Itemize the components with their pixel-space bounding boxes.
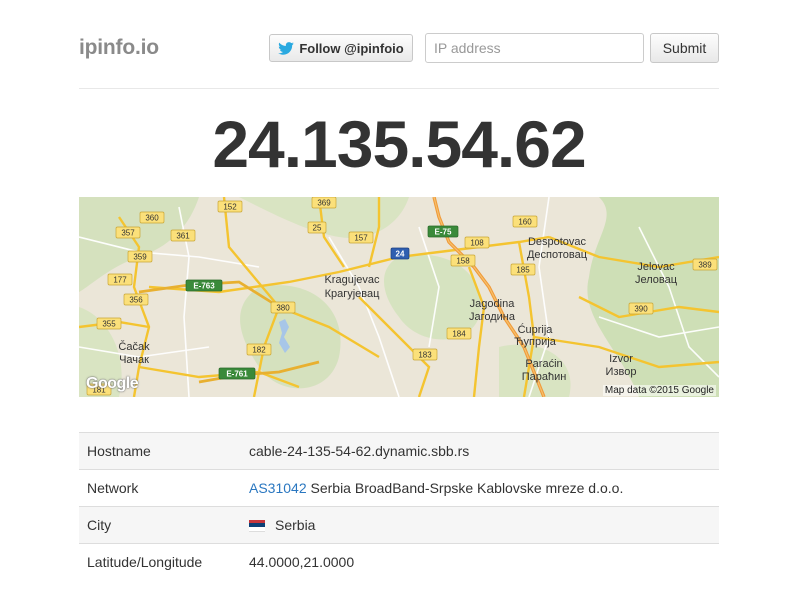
map-city-jelovac: Jelovac (637, 261, 675, 273)
svg-text:108: 108 (470, 239, 484, 248)
twitter-bird-icon (278, 41, 295, 55)
svg-text:158: 158 (456, 257, 470, 266)
road-shield: 157 (348, 231, 374, 244)
road-shield: 390 (628, 302, 654, 315)
road-shield: 158 (450, 254, 476, 267)
map-city-cacak: Čačak (118, 340, 150, 353)
road-shield: 389 (692, 258, 718, 271)
table-row: Network AS31042 Serbia BroadBand-Srpske … (79, 469, 719, 507)
hostname-value: cable-24-135-54-62.dynamic.sbb.rs (241, 432, 719, 470)
road-shield: 152 (217, 200, 243, 213)
svg-text:355: 355 (102, 320, 116, 329)
svg-text:361: 361 (176, 232, 190, 241)
road-shield: E-763 (185, 279, 223, 292)
map-city-paracin: Paraćin (525, 358, 562, 370)
ip-address-title: 24.135.54.62 (212, 107, 586, 181)
road-shield: 24 (390, 247, 410, 260)
map-city-izvor: Izvor (609, 353, 633, 365)
country-name: Serbia (275, 517, 316, 533)
road-shield: 380 (270, 301, 296, 314)
svg-text:185: 185 (516, 266, 530, 275)
follow-label: Follow @ipinfoio (299, 40, 404, 56)
road-shield: 184 (446, 327, 472, 340)
svg-text:182: 182 (252, 346, 266, 355)
map-canvas: Kragujevac Крагујевац Jagodina Јагодина … (79, 197, 719, 397)
road-shield: 182 (246, 343, 272, 356)
svg-text:359: 359 (133, 253, 147, 262)
road-shield: 361 (170, 229, 196, 242)
map-city-cuprija: Ćuprija (518, 323, 554, 336)
road-shield: 183 (412, 348, 438, 361)
svg-text:183: 183 (418, 351, 432, 360)
map-city-kragujevac-cyrillic: Крагујевац (325, 288, 381, 300)
svg-text:E-75: E-75 (435, 228, 452, 237)
road-shield: 25 (307, 221, 327, 234)
svg-text:E-761: E-761 (226, 370, 248, 379)
road-shield: 185 (510, 263, 536, 276)
table-row: City Serbia (79, 506, 719, 544)
road-shield: 357 (115, 226, 141, 239)
serbia-flag-icon (249, 519, 265, 532)
map-city-izvor-cyrillic: Извор (606, 366, 637, 378)
map-city-jelovac-cyrillic: Јеловац (635, 274, 678, 286)
road-shield: 369 (311, 197, 337, 209)
header: ipinfo.io Follow @ipinfoio Submit (79, 32, 719, 64)
svg-text:184: 184 (452, 330, 466, 339)
table-row: Hostname cable-24-135-54-62.dynamic.sbb.… (79, 432, 719, 470)
road-shield: 356 (123, 293, 149, 306)
svg-text:369: 369 (317, 199, 331, 208)
twitter-follow-button[interactable]: Follow @ipinfoio (269, 34, 413, 62)
latlng-label: Latitude/Longitude (79, 543, 241, 580)
asn-link[interactable]: AS31042 (249, 480, 307, 496)
road-shield: E-75 (427, 225, 459, 238)
svg-text:380: 380 (276, 304, 290, 313)
road-shield: 360 (139, 211, 165, 224)
latlng-value: 44.0000,21.0000 (241, 543, 719, 580)
hostname-label: Hostname (79, 432, 241, 470)
svg-text:152: 152 (223, 203, 237, 212)
svg-text:160: 160 (518, 218, 532, 227)
road-shield: E-761 (218, 367, 256, 380)
network-value: AS31042 Serbia BroadBand-Srpske Kablovsk… (241, 469, 719, 507)
header-divider (79, 88, 719, 89)
svg-text:24: 24 (396, 250, 405, 259)
road-shield: 160 (512, 215, 538, 228)
map-city-jagodina-cyrillic: Јагодина (469, 311, 516, 323)
network-label: Network (79, 469, 241, 507)
map-city-paracin-cyrillic: Параћин (522, 371, 567, 383)
map-city-despotovac-cyrillic: Деспотовац (527, 249, 588, 261)
map-credit[interactable]: Map data ©2015 Google (602, 385, 716, 396)
svg-text:390: 390 (634, 305, 648, 314)
map-city-jagodina: Jagodina (470, 298, 516, 310)
map-city-cacak-cyrillic: Чачак (119, 354, 149, 366)
city-label: City (79, 506, 241, 544)
map-city-despotovac: Despotovac (528, 236, 587, 248)
svg-text:25: 25 (313, 224, 322, 233)
svg-text:157: 157 (354, 234, 368, 243)
svg-text:357: 357 (121, 229, 135, 238)
brand-logo[interactable]: ipinfo.io (79, 36, 159, 60)
location-map[interactable]: Kragujevac Крагујевац Jagodina Јагодина … (79, 197, 719, 397)
svg-text:356: 356 (129, 296, 143, 305)
road-shield: 355 (96, 317, 122, 330)
network-org: Serbia BroadBand-Srpske Kablovske mreze … (310, 480, 624, 496)
road-shield: 177 (107, 273, 133, 286)
map-city-kragujevac: Kragujevac (324, 274, 380, 286)
ip-address-input[interactable] (425, 33, 644, 63)
map-city-cuprija-cyrillic: Ћуприја (514, 336, 557, 348)
road-shield: 359 (127, 250, 153, 263)
ip-details-table: Hostname cable-24-135-54-62.dynamic.sbb.… (79, 432, 719, 580)
submit-button[interactable]: Submit (650, 33, 719, 63)
google-logo: Google (86, 375, 139, 392)
svg-text:E-763: E-763 (193, 282, 215, 291)
city-value: Serbia (241, 506, 719, 544)
svg-text:177: 177 (113, 276, 127, 285)
svg-text:389: 389 (698, 261, 712, 270)
svg-text:360: 360 (145, 214, 159, 223)
road-shield: 108 (464, 236, 490, 249)
table-row: Latitude/Longitude 44.0000,21.0000 (79, 543, 719, 580)
